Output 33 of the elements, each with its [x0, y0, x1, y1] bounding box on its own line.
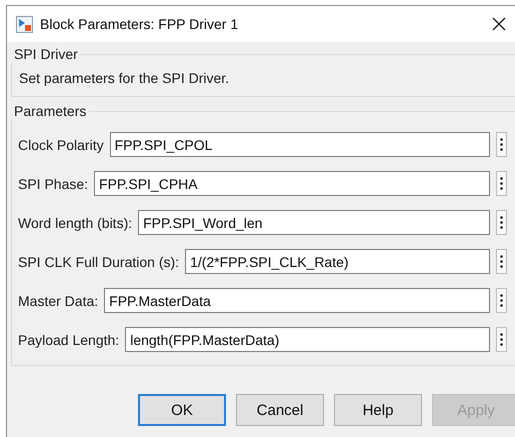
more-icon — [500, 177, 503, 190]
block-icon — [16, 16, 33, 32]
more-button[interactable] — [496, 288, 507, 313]
more-button[interactable] — [496, 210, 507, 235]
more-button[interactable] — [496, 327, 507, 352]
window-title: Block Parameters: FPP Driver 1 — [40, 16, 240, 32]
dialog-button[interactable]: Cancel — [236, 394, 324, 426]
more-icon — [500, 294, 503, 307]
group-title: Parameters — [13, 103, 88, 119]
input-field[interactable]: 1/(2*FPP.SPI_CLK_Rate) — [185, 249, 490, 274]
input-field[interactable]: length(FPP.MasterData) — [125, 327, 490, 352]
input-field[interactable]: FPP.SPI_Word_len — [138, 210, 490, 235]
field-label: Word length (bits): — [18, 214, 132, 230]
more-button[interactable] — [496, 171, 507, 196]
input-field[interactable]: FPP.SPI_CPOL — [110, 132, 490, 157]
dialog-button[interactable]: Help — [334, 394, 422, 426]
dialog-button[interactable]: OK — [138, 394, 226, 426]
more-icon — [500, 138, 503, 151]
field-label: SPI CLK Full Duration (s): — [18, 254, 180, 270]
description-text: Set parameters for the SPI Driver. — [18, 69, 230, 88]
more-button[interactable] — [496, 132, 507, 157]
group-title: SPI Driver — [13, 46, 79, 62]
more-icon — [500, 216, 503, 229]
input-field[interactable]: FPP.MasterData — [104, 288, 490, 313]
field-label: Master Data: — [18, 292, 98, 308]
more-button[interactable] — [496, 249, 507, 274]
field-label: Clock Polarity — [18, 136, 104, 152]
input-field[interactable]: FPP.SPI_CPHA — [94, 171, 490, 196]
close-icon — [492, 17, 506, 31]
more-icon — [500, 333, 503, 346]
field-label: SPI Phase: — [18, 176, 88, 192]
more-icon — [500, 255, 503, 268]
field-label: Payload Length: — [18, 332, 120, 348]
